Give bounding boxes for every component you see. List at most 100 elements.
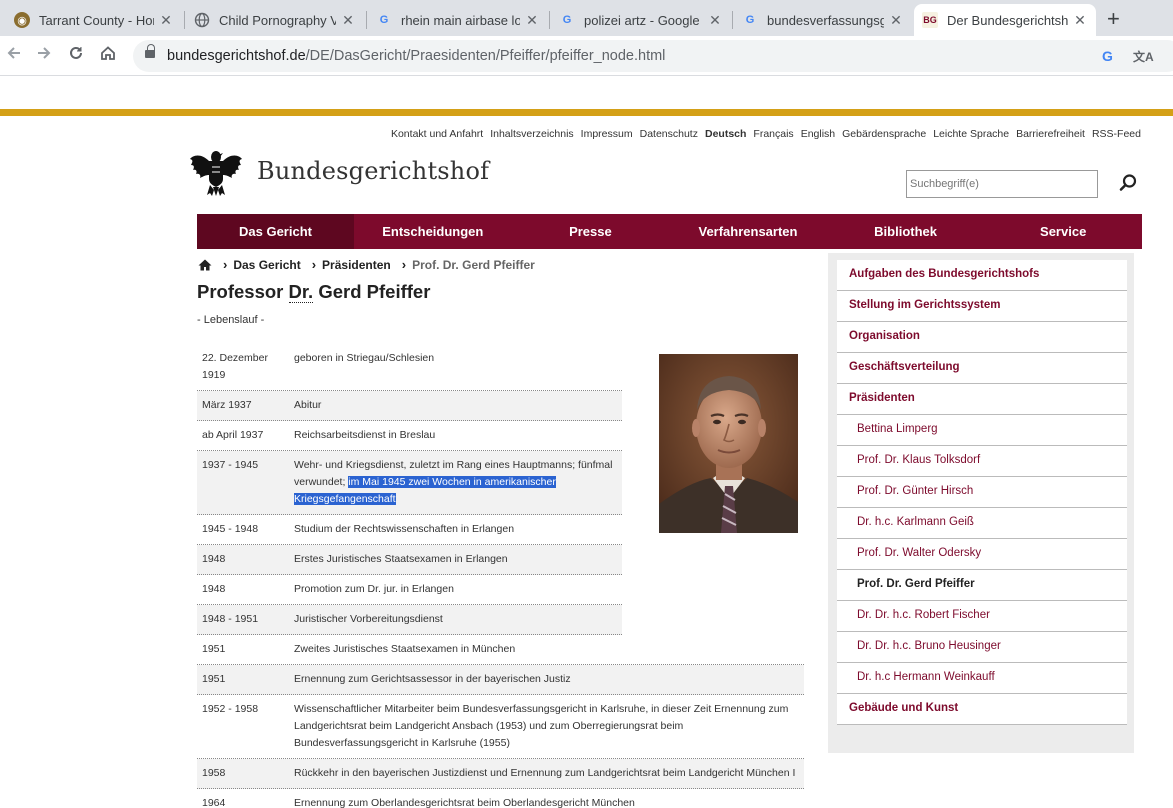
cv-text: Zweites Juristisches Staatsexamen in Mün… bbox=[294, 643, 516, 655]
sidebar-subitem-hirsch[interactable]: Prof. Dr. Günter Hirsch bbox=[837, 477, 1127, 508]
tab-title: Tarrant County - Home bbox=[39, 12, 154, 28]
chevron-right-icon: › bbox=[223, 257, 228, 272]
page-subtitle: - Lebenslauf - bbox=[197, 314, 265, 326]
site-name[interactable]: Bundesgerichtshof bbox=[257, 157, 489, 185]
cv-text: Rückkehr in den bayerischen Justizdienst… bbox=[294, 767, 796, 779]
home-icon[interactable] bbox=[96, 44, 120, 67]
browser-tab[interactable]: Child Pornography Vic ✕ bbox=[186, 4, 364, 36]
eagle-logo-icon[interactable] bbox=[189, 145, 243, 197]
cv-date: 1951 bbox=[202, 643, 226, 655]
table-row: 1958 Rückkehr in den bayerischen Justizd… bbox=[197, 759, 804, 789]
meta-link[interactable]: RSS-Feed bbox=[1092, 128, 1141, 140]
cv-date: März 1937 bbox=[202, 399, 252, 411]
meta-link[interactable]: Datenschutz bbox=[640, 128, 698, 140]
reload-icon[interactable] bbox=[64, 44, 88, 67]
close-tab-icon[interactable]: ✕ bbox=[524, 12, 540, 29]
google-icon: G bbox=[745, 14, 755, 26]
cv-date: 1937 - 1945 bbox=[202, 459, 259, 471]
sidebar-item-praesidenten[interactable]: Präsidenten bbox=[837, 384, 1127, 415]
meta-link[interactable]: Barrierefreiheit bbox=[1016, 128, 1085, 140]
address-bar[interactable]: bundesgerichtshof.de/DE/DasGericht/Praes… bbox=[133, 40, 1173, 72]
cv-text: Wehr- und Kriegsdienst, zuletzt im Rang … bbox=[294, 457, 622, 508]
search-icon[interactable] bbox=[1117, 172, 1139, 194]
cv-text: Wissenschaftlicher Mitarbeiter beim Bund… bbox=[294, 703, 789, 749]
search-input[interactable] bbox=[906, 170, 1098, 198]
brand-stripe bbox=[0, 109, 1173, 116]
sidebar-subitem-heusinger[interactable]: Dr. Dr. h.c. Bruno Heusinger bbox=[837, 632, 1127, 663]
globe-icon bbox=[194, 12, 210, 28]
browser-tab[interactable]: G rhein main airbase log ✕ bbox=[368, 4, 548, 36]
table-row: 1948 - 1951 Juristischer Vorbereitungsdi… bbox=[197, 605, 622, 635]
close-tab-icon[interactable]: ✕ bbox=[158, 12, 174, 29]
cv-date: 1948 - 1951 bbox=[202, 613, 259, 625]
seal-icon: ◉ bbox=[14, 12, 30, 28]
browser-tab[interactable]: ◉ Tarrant County - Home ✕ bbox=[6, 4, 182, 36]
new-tab-button[interactable]: + bbox=[1107, 6, 1120, 32]
sidebar-subitem-limperg[interactable]: Bettina Limperg bbox=[837, 415, 1127, 446]
page-title: Professor Dr. Gerd Pfeiffer bbox=[197, 281, 430, 303]
main-navigation: Das Gericht Entscheidungen Presse Verfah… bbox=[197, 214, 1142, 249]
meta-navigation: Kontakt und Anfahrt Inhaltsverzeichnis I… bbox=[391, 128, 1141, 140]
sidebar-subitem-pfeiffer-current[interactable]: Prof. Dr. Gerd Pfeiffer bbox=[837, 570, 1127, 601]
home-icon[interactable] bbox=[198, 259, 212, 271]
browser-tab-bar: ◉ Tarrant County - Home ✕ Child Pornogra… bbox=[0, 0, 1173, 36]
sidebar-subitem-geiss[interactable]: Dr. h.c. Karlmann Geiß bbox=[837, 508, 1127, 539]
cv-date: 1948 bbox=[202, 553, 226, 565]
browser-tab-active[interactable]: BG Der Bundesgerichtsho ✕ bbox=[914, 4, 1096, 36]
table-row: 1951 Zweites Juristisches Staatsexamen i… bbox=[197, 635, 804, 665]
nav-entscheidungen[interactable]: Entscheidungen bbox=[354, 214, 512, 249]
translate-icon[interactable]: 文A bbox=[1133, 48, 1154, 65]
cv-text: Studium der Rechtswissenschaften in Erla… bbox=[294, 523, 515, 535]
browser-tab[interactable]: G polizei artz - Google S ✕ bbox=[551, 4, 731, 36]
meta-link-current-language[interactable]: Deutsch bbox=[705, 128, 746, 140]
nav-verfahrensarten[interactable]: Verfahrensarten bbox=[669, 214, 827, 249]
table-row: 1948 Erstes Juristisches Staatsexamen in… bbox=[197, 545, 622, 575]
table-row: ab April 1937 Reichsarbeitsdienst in Bre… bbox=[197, 421, 622, 451]
sidebar-subitem-tolksdorf[interactable]: Prof. Dr. Klaus Tolksdorf bbox=[837, 446, 1127, 477]
sidebar-item-aufgaben[interactable]: Aufgaben des Bundesgerichtshofs bbox=[837, 260, 1127, 291]
sidebar-subitem-odersky[interactable]: Prof. Dr. Walter Odersky bbox=[837, 539, 1127, 570]
cv-text: Erstes Juristisches Staatsexamen in Erla… bbox=[294, 553, 508, 565]
cv-text: Ernennung zum Oberlandesgerichtsrat beim… bbox=[294, 797, 635, 808]
breadcrumb-item[interactable]: Das Gericht bbox=[233, 258, 300, 272]
browser-tab[interactable]: G bundesverfassungsger ✕ bbox=[734, 4, 912, 36]
meta-link[interactable]: Français bbox=[753, 128, 793, 140]
sidebar-subitem-weinkauff[interactable]: Dr. h.c Hermann Weinkauff bbox=[837, 663, 1127, 694]
cv-text: Promotion zum Dr. jur. in Erlangen bbox=[294, 583, 454, 595]
sidebar-item-gebaeude[interactable]: Gebäude und Kunst bbox=[837, 694, 1127, 725]
back-icon[interactable] bbox=[2, 44, 26, 67]
close-tab-icon[interactable]: ✕ bbox=[1072, 12, 1088, 29]
meta-link[interactable]: Kontakt und Anfahrt bbox=[391, 128, 483, 140]
url-host: bundesgerichtshof.de bbox=[167, 48, 306, 64]
breadcrumb-item[interactable]: Präsidenten bbox=[322, 258, 391, 272]
close-tab-icon[interactable]: ✕ bbox=[340, 12, 356, 29]
meta-link[interactable]: English bbox=[801, 128, 835, 140]
url-path: /DE/DasGericht/Praesidenten/Pfeiffer/pfe… bbox=[305, 48, 666, 64]
meta-link[interactable]: Gebärdensprache bbox=[842, 128, 926, 140]
sidebar-subitem-fischer[interactable]: Dr. Dr. h.c. Robert Fischer bbox=[837, 601, 1127, 632]
lock-icon bbox=[145, 44, 155, 60]
meta-link[interactable]: Leichte Sprache bbox=[933, 128, 1009, 140]
sidebar-item-stellung[interactable]: Stellung im Gerichtssystem bbox=[837, 291, 1127, 322]
close-tab-icon[interactable]: ✕ bbox=[888, 12, 904, 29]
meta-link[interactable]: Impressum bbox=[581, 128, 633, 140]
cv-date: 1964 bbox=[202, 797, 226, 808]
table-row: 22. Dezember 1919 geboren in Striegau/Sc… bbox=[197, 344, 622, 391]
meta-link[interactable]: Inhaltsverzeichnis bbox=[490, 128, 573, 140]
google-lens-icon[interactable]: G bbox=[1102, 48, 1113, 64]
nav-presse[interactable]: Presse bbox=[512, 214, 670, 249]
tab-title: Child Pornography Vic bbox=[219, 12, 336, 28]
cv-date: ab April 1937 bbox=[202, 429, 264, 441]
forward-icon[interactable] bbox=[32, 44, 56, 67]
cv-text: Ernennung zum Gerichtsassessor in der ba… bbox=[294, 673, 571, 685]
nav-service[interactable]: Service bbox=[984, 214, 1142, 249]
title-prefix: Professor bbox=[197, 281, 289, 302]
close-tab-icon[interactable]: ✕ bbox=[707, 12, 723, 29]
tab-title: polizei artz - Google S bbox=[584, 12, 703, 28]
sidebar-item-geschaeftsverteilung[interactable]: Geschäftsverteilung bbox=[837, 353, 1127, 384]
sidebar-item-organisation[interactable]: Organisation bbox=[837, 322, 1127, 353]
nav-bibliothek[interactable]: Bibliothek bbox=[827, 214, 985, 249]
table-row: 1952 - 1958 Wissenschaftlicher Mitarbeit… bbox=[197, 695, 804, 759]
nav-das-gericht[interactable]: Das Gericht bbox=[197, 214, 354, 249]
tab-title: bundesverfassungsger bbox=[767, 12, 884, 28]
